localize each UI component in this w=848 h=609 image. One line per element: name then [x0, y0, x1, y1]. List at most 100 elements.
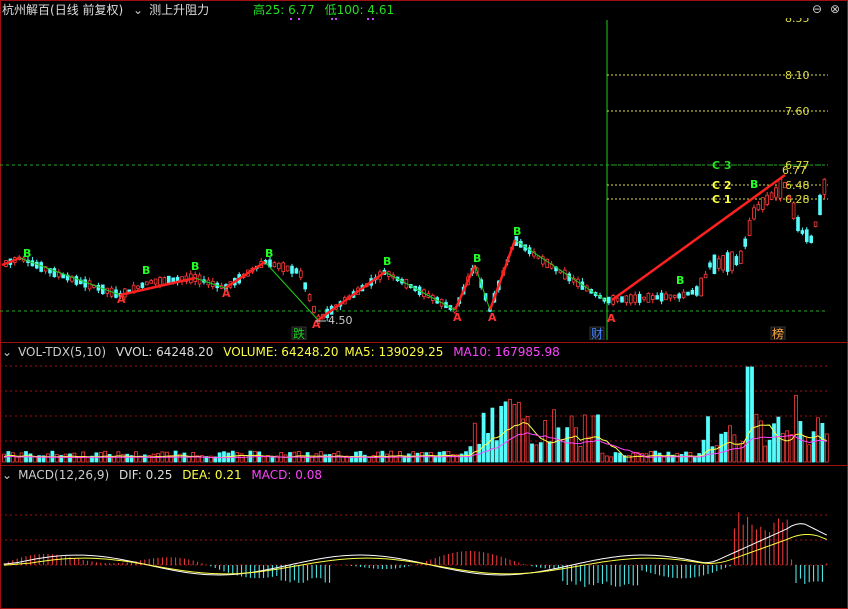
volume-bar [824, 433, 829, 463]
volume-bar [459, 453, 464, 463]
candle-body [624, 295, 629, 303]
volume-bar [327, 454, 332, 463]
candle-body [144, 281, 149, 286]
volume-bar [604, 455, 609, 463]
volume-bar [807, 444, 812, 463]
candle-body [633, 294, 637, 303]
top-mark [290, 18, 292, 20]
volume-bar [125, 453, 130, 463]
high-label: 高25: 6.77 [252, 3, 315, 17]
stock-name[interactable]: 杭州解百 [2, 3, 50, 17]
volume-bar [547, 441, 552, 463]
volume-bar [657, 452, 662, 463]
volume-bar [490, 407, 495, 463]
volume-bar [2, 453, 6, 463]
level-tag: C 1 [712, 193, 732, 206]
candle-body [695, 286, 699, 296]
volume-bar [565, 427, 570, 463]
close-circle-icon[interactable]: ⊗ [828, 2, 842, 16]
candle-body [686, 291, 690, 296]
volume-bar [332, 453, 336, 463]
price-chart[interactable]: 8.107.606.776.486.288.55C 3C 2C 16.77BB B… [0, 18, 848, 340]
volume-bar [424, 452, 429, 463]
volume-bar [63, 453, 68, 463]
candle-body [312, 305, 316, 313]
volume-bar [811, 431, 816, 463]
volume-bar [556, 427, 561, 463]
sell-signal-a: A [117, 293, 126, 306]
volume-bar [415, 452, 420, 463]
candle-body [765, 194, 769, 205]
volume-bar [644, 453, 649, 463]
volume-bar [767, 439, 772, 463]
candle-body [699, 277, 703, 297]
sell-signal-a: A [607, 312, 616, 325]
volume-bar [613, 452, 618, 463]
volume-bar [283, 454, 288, 463]
volume-bar [798, 421, 803, 463]
candle-body [651, 295, 655, 300]
volume-bar [618, 452, 622, 463]
candle-body [778, 179, 783, 199]
pane-divider [0, 342, 848, 343]
volume-bar [508, 398, 512, 463]
volume-bar [728, 425, 732, 463]
support-trend-line [514, 239, 606, 301]
volume-bar [10, 452, 15, 463]
buy-signal-b: B [191, 260, 199, 273]
candle-body [140, 282, 145, 288]
candle-body [681, 291, 686, 299]
volume-bar [574, 427, 578, 463]
volume-bar [68, 453, 72, 463]
support-trend-line [19, 257, 121, 296]
candle-body [822, 178, 827, 195]
resistance-trend-line [317, 270, 386, 322]
candle-body [285, 265, 290, 272]
vol-name[interactable]: VOL-TDX(5,10) [18, 345, 106, 359]
dash-circle-icon[interactable]: ⊖ [810, 2, 824, 16]
volume-bar [560, 438, 565, 463]
candle-body [818, 194, 822, 216]
volume-bar [530, 443, 534, 463]
candle-body [725, 252, 730, 272]
indicator-name[interactable]: 测上升阻力 [149, 3, 209, 17]
buy-signal-b: B [750, 178, 758, 191]
candle-body [791, 202, 796, 220]
candle-body [272, 262, 277, 268]
volume-bar [578, 445, 583, 463]
dropdown-icon[interactable]: ⌄ [133, 3, 143, 17]
sell-signal-a: A [453, 311, 462, 324]
dropdown-icon[interactable]: ⌄ [2, 345, 12, 359]
price-header: 杭州解百(日线 前复权) ⌄ 测上升阻力 高25: 6.77 低100: 4.61 [2, 2, 400, 18]
candle-body [136, 285, 140, 289]
candle-body [294, 268, 299, 274]
candle-body [756, 204, 761, 211]
resistance-label: 6.48 [785, 179, 810, 192]
volume-bar [151, 453, 156, 463]
volume-bar [481, 412, 486, 463]
volume-bar [758, 420, 763, 463]
macd-chart[interactable] [0, 480, 848, 607]
volume-bar [46, 453, 50, 463]
last-price-label: 6.77 [782, 164, 807, 177]
buy-signal-b: B [676, 274, 684, 287]
candle-body [35, 261, 39, 269]
volume-bar [406, 453, 411, 463]
volume-bar [631, 452, 636, 463]
volume-bar [477, 443, 482, 463]
top-mark [331, 18, 333, 20]
buy-signal-b: B [23, 247, 31, 260]
volume-chart[interactable] [0, 358, 848, 464]
period-label[interactable]: (日线 前复权) [50, 3, 123, 17]
candle-body [276, 262, 281, 270]
volume-bar [494, 440, 499, 463]
resistance-label: 7.60 [785, 105, 810, 118]
candle-body [607, 296, 611, 304]
candle-body [303, 282, 307, 290]
level-tag: C 2 [712, 179, 732, 192]
candle-body [774, 187, 778, 198]
candle-body [752, 207, 756, 220]
candle-body [74, 276, 79, 285]
candle-body [615, 297, 620, 302]
volume-bar [186, 456, 191, 463]
